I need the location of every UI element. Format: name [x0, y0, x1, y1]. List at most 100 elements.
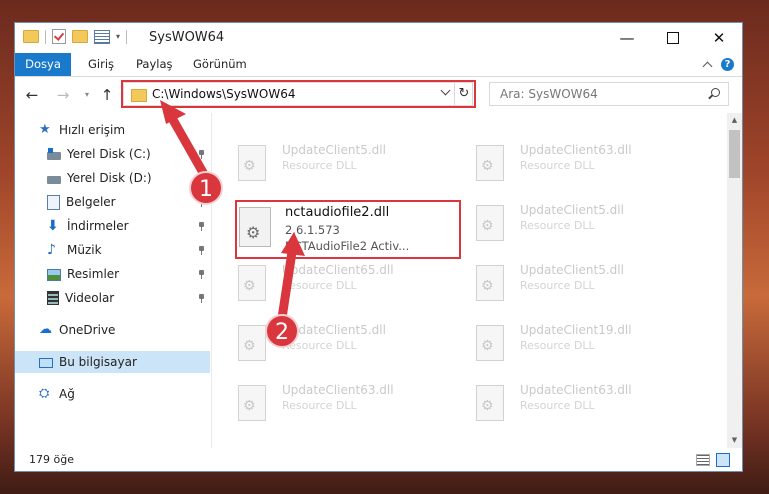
star-icon: ★ [39, 122, 51, 137]
sidebar-item-label: Resimler [67, 267, 120, 281]
file-type: Resource DLL [282, 279, 357, 292]
tab-share[interactable]: Paylaş [136, 53, 173, 76]
dll-file-icon [476, 145, 504, 181]
maximize-button[interactable] [650, 23, 696, 53]
sidebar-item-label: Ağ [59, 387, 75, 401]
customize-icon[interactable] [94, 29, 110, 44]
tab-file[interactable]: Dosya [15, 53, 71, 76]
sidebar-item-pictures[interactable]: Resimler [15, 263, 210, 285]
new-folder-icon[interactable] [72, 30, 88, 43]
file-name: UpdateClient5.dll [520, 203, 624, 217]
list-item[interactable]: UpdateClient63.dll Resource DLL [450, 141, 670, 191]
sidebar-item-documents[interactable]: Belgeler [15, 191, 210, 213]
file-type: Resource DLL [520, 279, 595, 292]
sidebar-item-downloads[interactable]: ⬇ İndirmeler [15, 215, 210, 237]
dll-file-icon [476, 385, 504, 421]
cloud-icon: ☁ [39, 322, 52, 337]
back-button[interactable]: ← [22, 85, 42, 105]
sidebar-item-this-pc[interactable]: Bu bilgisayar [15, 351, 210, 373]
pin-icon[interactable] [198, 270, 204, 279]
file-name: UpdateClient63.dll [520, 143, 632, 157]
tab-view[interactable]: Görünüm [193, 53, 247, 76]
list-item[interactable]: UpdateClient5.dll Resource DLL [450, 201, 670, 251]
file-list: UpdateClient5.dll Resource DLL UpdateCli… [212, 113, 724, 448]
dll-file-icon [476, 325, 504, 361]
sidebar-item-network[interactable]: ⛭ Ağ [15, 383, 210, 405]
list-item[interactable]: UpdateClient63.dll Resource DLL [212, 381, 432, 431]
sidebar-item-label: Videolar [65, 291, 115, 305]
maximize-icon [667, 32, 679, 44]
scroll-up-icon[interactable]: ▲ [727, 113, 742, 128]
sidebar-item-label: OneDrive [59, 323, 116, 337]
sidebar-item-label: Müzik [67, 243, 102, 257]
computer-icon [39, 357, 53, 368]
list-item[interactable]: UpdateClient19.dll Resource DLL [450, 321, 670, 371]
navigation-pane: ★ Hızlı erişim Yerel Disk (C:) Yerel Dis… [15, 113, 210, 448]
sidebar-item-local-disk-d[interactable]: Yerel Disk (D:) [15, 167, 210, 189]
list-item[interactable]: UpdateClient5.dll Resource DLL [212, 141, 432, 191]
dll-file-icon [238, 325, 266, 361]
close-button[interactable]: ✕ [696, 23, 742, 53]
item-count: 179 öğe [29, 453, 74, 466]
step-1-badge: 1 [189, 171, 223, 205]
file-type: Resource DLL [282, 159, 357, 172]
list-item[interactable]: UpdateClient63.dll Resource DLL [450, 381, 670, 431]
scroll-down-icon[interactable]: ▼ [727, 433, 742, 448]
dll-file-icon [238, 385, 266, 421]
sidebar-item-onedrive[interactable]: ☁ OneDrive [15, 319, 210, 341]
scroll-thumb[interactable] [729, 130, 740, 178]
file-name: UpdateClient5.dll [520, 263, 624, 277]
dll-file-icon [238, 265, 266, 301]
details-view-icon[interactable] [696, 454, 710, 466]
recent-locations-button[interactable]: ▾ [77, 85, 97, 105]
pin-icon[interactable] [198, 222, 204, 231]
step-2-badge: 2 [265, 314, 299, 348]
ribbon-tabs: Dosya Giriş Paylaş Görünüm ? [15, 53, 742, 77]
sidebar-item-music[interactable]: ♪ Müzik [15, 239, 210, 261]
dll-file-icon [476, 205, 504, 241]
explorer-window: ▾ SysWOW64 — ✕ Dosya Giriş Paylaş Görünü… [14, 22, 743, 472]
minimize-button[interactable]: — [604, 23, 650, 53]
search-icon[interactable] [711, 88, 720, 97]
drive-icon [47, 175, 61, 184]
file-name: UpdateClient65.dll [282, 263, 394, 277]
vertical-scrollbar[interactable]: ▲ ▼ [727, 113, 742, 448]
close-icon: ✕ [712, 29, 726, 47]
drive-icon [47, 147, 61, 160]
network-icon: ⛭ [39, 386, 50, 401]
file-type: Resource DLL [282, 399, 357, 412]
sidebar-item-quick-access[interactable]: ★ Hızlı erişim [15, 119, 210, 141]
list-item[interactable]: UpdateClient5.dll Resource DLL [212, 321, 432, 371]
file-type: Resource DLL [520, 339, 595, 352]
search-box[interactable] [489, 82, 729, 106]
pin-icon[interactable] [198, 294, 204, 303]
file-type: Resource DLL [520, 219, 595, 232]
forward-button[interactable]: → [53, 85, 73, 105]
tab-home[interactable]: Giriş [88, 53, 114, 76]
expand-ribbon-icon[interactable] [702, 61, 713, 71]
sidebar-item-label: Belgeler [66, 195, 116, 209]
search-input[interactable] [498, 86, 702, 102]
quick-access-toolbar: ▾ [23, 29, 128, 44]
file-type: Resource DLL [520, 399, 595, 412]
music-icon: ♪ [47, 242, 56, 258]
sidebar-item-label: Hızlı erişim [59, 123, 126, 137]
file-name: UpdateClient19.dll [520, 323, 632, 337]
address-highlight-box [121, 80, 476, 108]
properties-check-icon[interactable] [52, 29, 66, 44]
dll-file-icon [238, 145, 266, 181]
list-item[interactable]: UpdateClient5.dll Resource DLL [450, 261, 670, 311]
sidebar-item-local-disk-c[interactable]: Yerel Disk (C:) [15, 143, 210, 165]
pin-icon[interactable] [198, 246, 204, 255]
minimize-icon: — [619, 29, 635, 47]
title-bar: ▾ SysWOW64 — ✕ [15, 23, 742, 53]
dll-file-icon [476, 265, 504, 301]
pin-icon[interactable] [198, 150, 204, 159]
customize-dropdown-icon[interactable]: ▾ [116, 32, 120, 41]
sidebar-item-videos[interactable]: Videolar [15, 287, 210, 309]
help-icon[interactable]: ? [721, 58, 734, 71]
sidebar-item-label: Yerel Disk (D:) [67, 171, 152, 185]
list-item[interactable]: UpdateClient65.dll Resource DLL [212, 261, 432, 311]
up-button[interactable]: ↑ [97, 85, 117, 105]
tiles-view-icon[interactable] [716, 453, 730, 467]
